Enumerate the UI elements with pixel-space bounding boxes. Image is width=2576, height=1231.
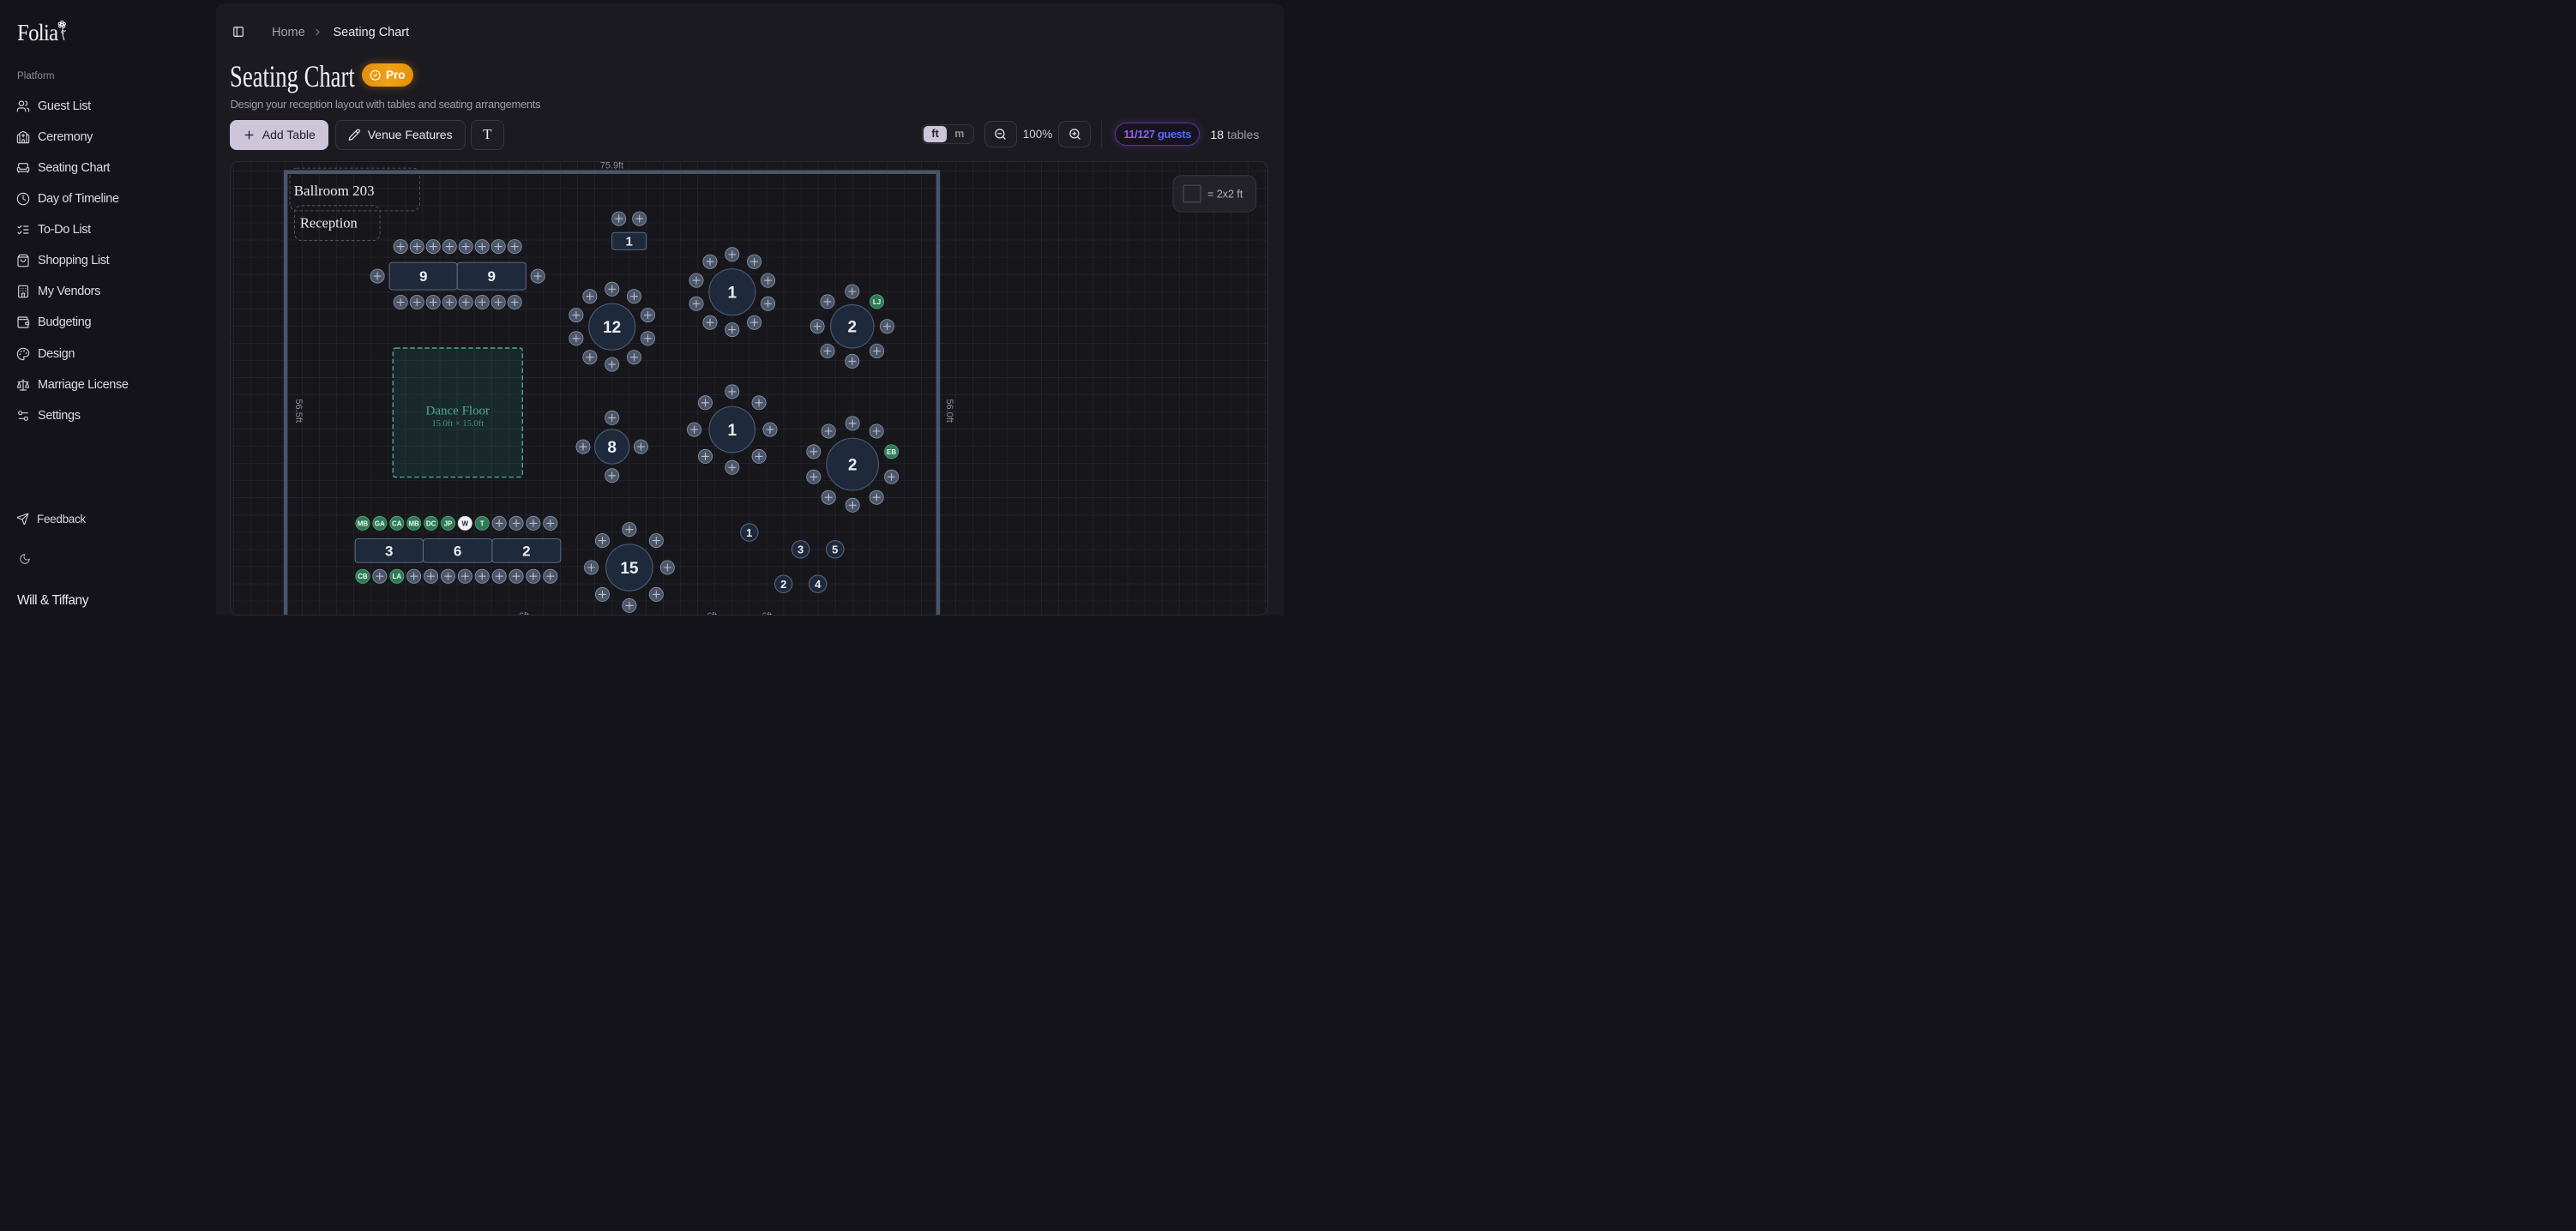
svg-text:T: T [480,519,485,527]
svg-text:DC: DC [426,519,436,527]
svg-text:9: 9 [419,268,427,285]
svg-text:= 2x2 ft: = 2x2 ft [1207,188,1243,200]
svg-text:1: 1 [626,234,633,249]
svg-text:6ft: 6ft [762,611,773,615]
svg-text:CB: CB [358,573,368,580]
svg-text:JP: JP [444,519,453,527]
svg-text:8: 8 [608,439,617,457]
svg-text:1: 1 [728,422,737,440]
svg-text:MB: MB [409,519,420,527]
svg-text:1: 1 [746,526,752,539]
svg-text:Ballroom 203: Ballroom 203 [294,183,375,199]
svg-text:6: 6 [454,543,461,559]
svg-text:2: 2 [780,578,786,591]
svg-text:5: 5 [832,543,838,555]
svg-text:GA: GA [375,519,385,527]
svg-text:75.9ft: 75.9ft [600,162,623,171]
svg-text:3: 3 [385,543,393,559]
svg-text:3: 3 [797,543,803,555]
svg-text:MB: MB [358,519,369,527]
svg-text:56.0ft: 56.0ft [944,399,954,422]
svg-text:4: 4 [815,578,822,591]
svg-text:56.5ft: 56.5ft [294,399,304,422]
svg-text:12: 12 [603,319,621,337]
svg-text:2: 2 [848,318,858,336]
svg-text:2: 2 [848,456,858,474]
svg-text:6ft: 6ft [519,611,529,615]
svg-text:6ft: 6ft [707,611,718,615]
svg-text:CA: CA [392,519,402,527]
svg-text:LJ: LJ [873,298,881,306]
svg-text:Dance Floor: Dance Floor [426,404,490,417]
svg-text:15: 15 [621,560,640,578]
svg-text:LA: LA [393,573,402,580]
svg-text:Reception: Reception [300,214,358,231]
svg-text:15.0ft × 15.0ft: 15.0ft × 15.0ft [432,419,485,429]
svg-text:2: 2 [522,543,530,559]
svg-text:W: W [462,519,469,527]
svg-text:1: 1 [728,284,737,302]
svg-text:EB: EB [887,448,896,456]
svg-text:9: 9 [488,268,496,285]
